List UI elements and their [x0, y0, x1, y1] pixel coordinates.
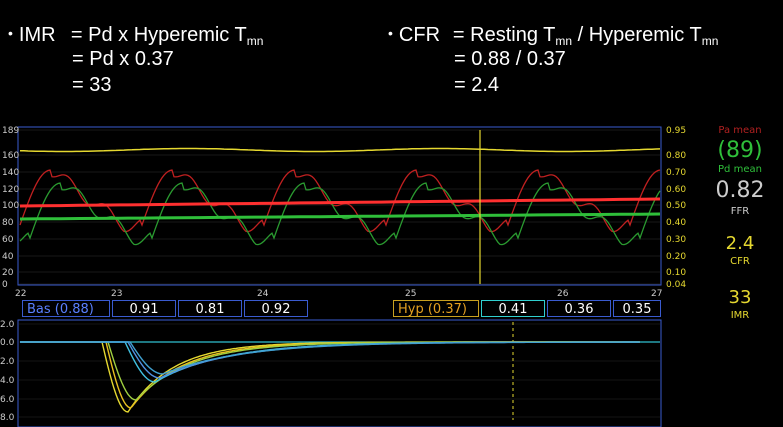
pressure-grid — [19, 129, 660, 285]
thermo-tick-label: 2.0 — [0, 320, 15, 330]
thermo-tick-label: 0.0 — [0, 338, 15, 348]
right-tick-label: 0.80 — [666, 151, 686, 161]
imr-readout-label: IMR — [730, 310, 750, 321]
baseline-value-2[interactable]: 0.81 — [178, 300, 242, 317]
pd-mean-line — [19, 212, 661, 221]
hyperemic-value-3[interactable]: 0.35 — [613, 300, 661, 317]
left-tick-label: 60 — [2, 235, 14, 245]
cfr-readout-label: CFR — [730, 256, 750, 267]
hyperemic-value-1[interactable]: 0.41 — [481, 300, 545, 317]
thermodilution-curve — [20, 341, 640, 413]
time-tick-label: 24 — [257, 289, 269, 299]
pressure-right-axis: 0.95 0.80 0.70 0.60 0.50 0.40 0.30 0.20 0.10 0.04 — [666, 126, 686, 290]
time-axis: 22 23 24 25 26 27 — [15, 289, 662, 299]
pressure-left-axis: 189 160 140 120 100 80 60 40 20 0 — [2, 126, 19, 290]
monitor-graphics: 189 160 140 120 100 80 60 40 20 0 0.95 0.80 0.70 0.6… — [0, 126, 686, 427]
ffr-value: 0.82 — [715, 178, 765, 203]
time-tick-label: 26 — [557, 289, 569, 299]
right-tick-label: 0.95 — [666, 126, 686, 136]
left-tick-label: 40 — [2, 252, 14, 262]
thermo-tick-label: 2.0 — [0, 357, 15, 367]
baseline-value-3[interactable]: 0.92 — [244, 300, 308, 317]
thermo-tick-label: 4.0 — [0, 376, 15, 386]
right-tick-label: 0.10 — [666, 268, 686, 278]
pd-mean-label: Pd mean — [718, 164, 762, 175]
imr-value: 33 — [728, 287, 752, 308]
hyperemic-label-box[interactable]: Hyp (0.37) — [393, 300, 479, 317]
right-tick-label: 0.50 — [666, 201, 686, 211]
thermodilution-curve — [20, 341, 640, 409]
time-tick-label: 25 — [405, 289, 416, 299]
left-tick-label: 140 — [2, 168, 19, 178]
left-tick-label: 80 — [2, 218, 14, 228]
right-tick-label: 0.04 — [666, 280, 686, 290]
time-tick-label: 22 — [15, 289, 26, 299]
left-tick-label: 100 — [2, 201, 19, 211]
thermodilution-curves — [20, 341, 640, 413]
left-tick-label: 189 — [2, 126, 19, 136]
thermo-grid — [19, 323, 660, 418]
right-tick-label: 0.20 — [666, 252, 686, 262]
time-tick-label: 23 — [111, 289, 122, 299]
thermodilution-curve — [20, 341, 639, 383]
right-tick-label: 0.30 — [666, 235, 686, 245]
left-tick-label: 0 — [2, 280, 8, 290]
right-tick-label: 0.40 — [666, 218, 686, 228]
left-tick-label: 160 — [2, 151, 19, 161]
pa-mean-label: Pa mean — [718, 125, 762, 136]
hyperemic-value-2[interactable]: 0.36 — [547, 300, 611, 317]
time-tick-label: 27 — [651, 289, 662, 299]
ffr-label: FFR — [730, 206, 750, 217]
right-tick-label: 0.70 — [666, 168, 686, 178]
thermo-left-axis: 2.0 0.0 2.0 4.0 6.0 8.0 — [0, 320, 15, 423]
cfr-value: 2.4 — [725, 233, 755, 254]
baseline-value-1[interactable]: 0.91 — [112, 300, 176, 317]
left-tick-label: 120 — [2, 185, 19, 195]
baseline-label-box[interactable]: Bas (0.88) — [22, 300, 110, 317]
pd-mean-value: (89) — [717, 138, 763, 163]
right-tick-label: 0.60 — [666, 185, 686, 195]
pd-pa-ratio-trace — [19, 147, 661, 153]
thermo-tick-label: 6.0 — [0, 395, 15, 405]
thermo-tick-label: 8.0 — [0, 413, 15, 423]
left-tick-label: 20 — [2, 268, 14, 278]
